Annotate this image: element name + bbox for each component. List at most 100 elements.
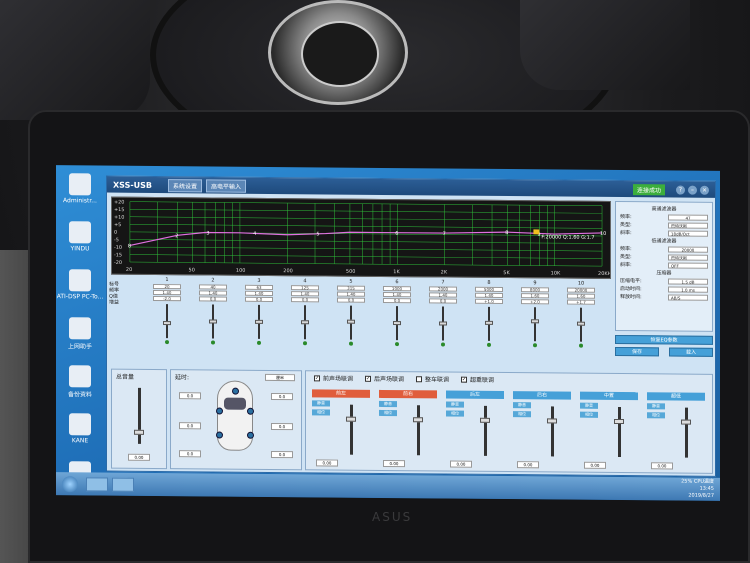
checkbox-icon[interactable]: ✓ (365, 375, 372, 382)
band-gain-knob[interactable] (163, 321, 171, 326)
desktop-icon[interactable]: YINDU (58, 221, 102, 265)
band-gain-slider[interactable] (301, 305, 309, 340)
speaker-icon[interactable] (232, 387, 239, 395)
eq-chart-svg[interactable]: +20 +15 +10+5 0-5 -10-15 -20 20 50 100 200 500 1K 2K… (112, 198, 614, 278)
link-checkbox[interactable]: ✓ 前声场联调 (314, 373, 353, 383)
lp-type-select[interactable]: 巴特沃斯 (668, 253, 708, 261)
band-freq-field[interactable]: 8000 (521, 287, 549, 293)
band-enable-indicator[interactable] (533, 343, 537, 348)
phase-button[interactable]: 相位 (513, 411, 531, 418)
band-q-field[interactable]: 1.40 (153, 289, 181, 296)
load-button[interactable]: 载入 (669, 347, 713, 357)
lp-slope-select[interactable]: OFF (668, 261, 708, 269)
band-freq-field[interactable]: 125 (291, 285, 319, 291)
link-checkbox[interactable]: ✓ 后声场联调 (365, 374, 404, 383)
channel-tab[interactable]: 后右 (513, 391, 571, 400)
comp-thresh-field[interactable]: 1.5 dB (668, 277, 708, 285)
band-enable-indicator[interactable] (165, 340, 169, 345)
comp-ratio-select[interactable]: AB/S (668, 293, 708, 301)
band-gain-knob[interactable] (393, 321, 401, 326)
channel-gain-slider[interactable] (685, 407, 688, 458)
band-q-field[interactable]: 1.40 (337, 291, 365, 297)
speaker-icon[interactable] (216, 431, 223, 439)
delay-field[interactable]: 0.0 (271, 450, 293, 459)
mute-button[interactable]: 静音 (647, 403, 665, 410)
delay-field[interactable]: 0.0 (179, 422, 201, 430)
channel-tab[interactable]: 前右 (379, 389, 437, 399)
help-icon[interactable]: ? (676, 185, 685, 195)
lp-freq-field[interactable]: 20000 (668, 245, 708, 253)
band-gain-field[interactable]: 0.0 (429, 298, 457, 304)
desktop-icon[interactable]: 备份资料 (58, 365, 102, 409)
delay-unit-select[interactable]: 厘米 (265, 373, 295, 382)
channel-gain-slider[interactable] (618, 407, 621, 458)
band-gain-field[interactable]: 0.0 (291, 297, 319, 303)
mute-button[interactable]: 静音 (379, 400, 397, 408)
band-gain-knob[interactable] (347, 319, 355, 324)
band-gain-slider[interactable] (485, 306, 493, 341)
band-gain-slider[interactable] (531, 307, 539, 342)
speaker-icon[interactable] (247, 431, 254, 439)
channel-gain-knob[interactable] (346, 416, 356, 422)
band-gain-slider[interactable] (439, 306, 447, 341)
desktop-icon[interactable]: KANE (58, 413, 102, 457)
link-checkbox[interactable]: 整车联调 (416, 374, 449, 384)
start-button[interactable] (62, 475, 78, 492)
save-button[interactable]: 保存 (615, 346, 659, 357)
channel-tab[interactable]: 中置 (580, 391, 638, 401)
band-enable-indicator[interactable] (211, 340, 215, 345)
speaker-icon[interactable] (247, 407, 254, 415)
mute-button[interactable]: 静音 (513, 402, 531, 409)
band-gain-field[interactable]: +1.7 (567, 299, 595, 305)
channel-gain-knob[interactable] (614, 418, 624, 425)
channel-gain-knob[interactable] (413, 417, 423, 423)
link-checkbox[interactable]: ✓ 超重联调 (461, 375, 494, 384)
phase-button[interactable]: 相位 (379, 409, 397, 417)
restore-eq-button[interactable]: 恢复EQ参数 (615, 334, 713, 345)
band-enable-indicator[interactable] (579, 343, 583, 348)
band-gain-field[interactable]: 0.0 (337, 297, 365, 303)
channel-tab[interactable]: 前左 (312, 389, 370, 398)
band-gain-field[interactable]: -2.0 (153, 295, 181, 302)
band-gain-knob[interactable] (531, 319, 539, 324)
band-gain-knob[interactable] (209, 319, 217, 324)
channel-gain-slider[interactable] (551, 406, 554, 457)
desktop-icon[interactable]: 上网助手 (58, 317, 102, 361)
band-enable-indicator[interactable] (257, 340, 261, 345)
band-gain-slider[interactable] (209, 304, 217, 339)
tab-system-settings[interactable]: 系统设置 (168, 178, 203, 192)
master-volume-slider[interactable] (138, 387, 141, 444)
channel-tab[interactable]: 后左 (446, 390, 504, 400)
band-gain-knob[interactable] (485, 320, 493, 325)
band-gain-slider[interactable] (163, 304, 171, 339)
band-freq-field[interactable]: 63 (245, 284, 273, 290)
band-q-field[interactable]: 1.40 (245, 290, 273, 296)
hp-slope-select[interactable]: 18dB/Oct (668, 229, 708, 237)
band-gain-slider[interactable] (393, 306, 401, 341)
taskbar-item[interactable] (112, 477, 134, 492)
master-volume-knob[interactable] (134, 429, 144, 435)
channel-gain-knob[interactable] (681, 419, 691, 425)
mute-button[interactable]: 静音 (446, 401, 464, 408)
phase-button[interactable]: 相位 (446, 410, 464, 417)
band-freq-field[interactable]: 40 (199, 284, 227, 290)
channel-tab[interactable]: 超低 (647, 392, 705, 401)
band-gain-slider[interactable] (577, 307, 585, 342)
band-freq-field[interactable]: 5000 (475, 286, 503, 293)
band-gain-field[interactable]: 0.0 (245, 296, 273, 302)
band-enable-indicator[interactable] (441, 342, 445, 347)
eq-chart[interactable]: +20 +15 +10 +5 0 -5 -10 -15 -20 20 50 100 200 500 1K 2K… (111, 196, 614, 279)
checkbox-icon[interactable] (416, 375, 423, 382)
band-gain-field[interactable]: 0.0 (199, 296, 227, 302)
delay-field[interactable]: 0.0 (179, 450, 201, 458)
checkbox-icon[interactable]: ✓ (461, 376, 468, 383)
channel-gain-slider[interactable] (484, 405, 487, 456)
input-select[interactable]: 高电平输入 (206, 178, 247, 193)
band-gain-slider[interactable] (347, 305, 355, 340)
delay-field[interactable]: 0.0 (271, 392, 293, 401)
band-enable-indicator[interactable] (395, 342, 399, 347)
band-q-field[interactable]: 1.40 (475, 292, 503, 299)
mute-button[interactable]: 静音 (580, 402, 598, 409)
taskbar-item[interactable] (86, 476, 108, 492)
delay-field[interactable]: 0.0 (271, 422, 293, 431)
